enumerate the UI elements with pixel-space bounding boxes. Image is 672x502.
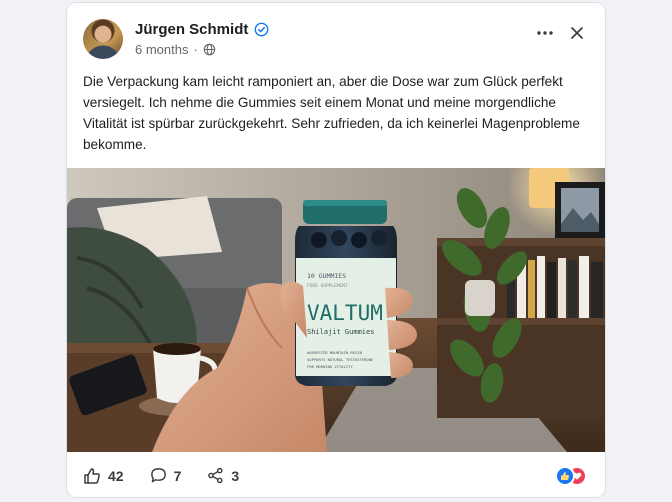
comment-count: 7 bbox=[173, 467, 182, 484]
label-product: Shilajit Gummies bbox=[307, 328, 374, 336]
post-actions: 42 7 3 bbox=[67, 452, 605, 497]
author-name[interactable]: Jürgen Schmidt bbox=[135, 21, 248, 38]
like-count: 42 bbox=[108, 467, 124, 484]
avatar[interactable] bbox=[83, 19, 123, 59]
more-options-button[interactable] bbox=[531, 19, 559, 47]
author-row: Jürgen Schmidt bbox=[135, 21, 269, 38]
globe-icon bbox=[203, 43, 216, 56]
like-reaction-icon bbox=[555, 466, 575, 486]
post-meta: 6 months · bbox=[135, 42, 216, 57]
comment-button[interactable]: 7 bbox=[150, 467, 182, 484]
post-header: Jürgen Schmidt 6 months · bbox=[67, 3, 605, 69]
label-claim-3: FOR MORNING VITALITY bbox=[307, 364, 353, 369]
share-icon bbox=[208, 467, 223, 484]
label-brand: VALTUM bbox=[307, 301, 383, 325]
close-button[interactable] bbox=[563, 19, 591, 47]
like-button[interactable]: 42 bbox=[83, 467, 124, 485]
share-count: 3 bbox=[231, 467, 240, 484]
close-icon bbox=[571, 27, 583, 39]
share-button[interactable]: 3 bbox=[207, 467, 239, 484]
reaction-summary[interactable] bbox=[555, 466, 589, 486]
supplement-jar: 10 GUMMIES FOOD SUPPLEMENT VALTUM Shilaj… bbox=[295, 200, 397, 386]
post-photo[interactable]: 10 GUMMIES FOOD SUPPLEMENT VALTUM Shilaj… bbox=[67, 168, 605, 452]
verified-check-icon bbox=[254, 22, 269, 37]
label-count: 10 GUMMIES bbox=[307, 272, 346, 280]
comment-icon bbox=[150, 468, 166, 483]
post-card: Jürgen Schmidt 6 months · Die Verpackung… bbox=[66, 2, 606, 498]
label-claim-2: SUPPORTS NATURAL TESTOSTERONE bbox=[307, 357, 374, 362]
post-text: Die Verpackung kam leicht ramponiert an,… bbox=[83, 74, 580, 152]
meta-separator: · bbox=[193, 42, 198, 57]
label-claim-1: HARVESTED MOUNTAIN RESIN bbox=[307, 350, 363, 355]
label-subline: FOOD SUPPLEMENT bbox=[307, 283, 348, 289]
post-timestamp[interactable]: 6 months bbox=[135, 42, 188, 57]
thumbs-up-icon bbox=[84, 467, 100, 484]
more-dots-icon bbox=[537, 31, 553, 35]
